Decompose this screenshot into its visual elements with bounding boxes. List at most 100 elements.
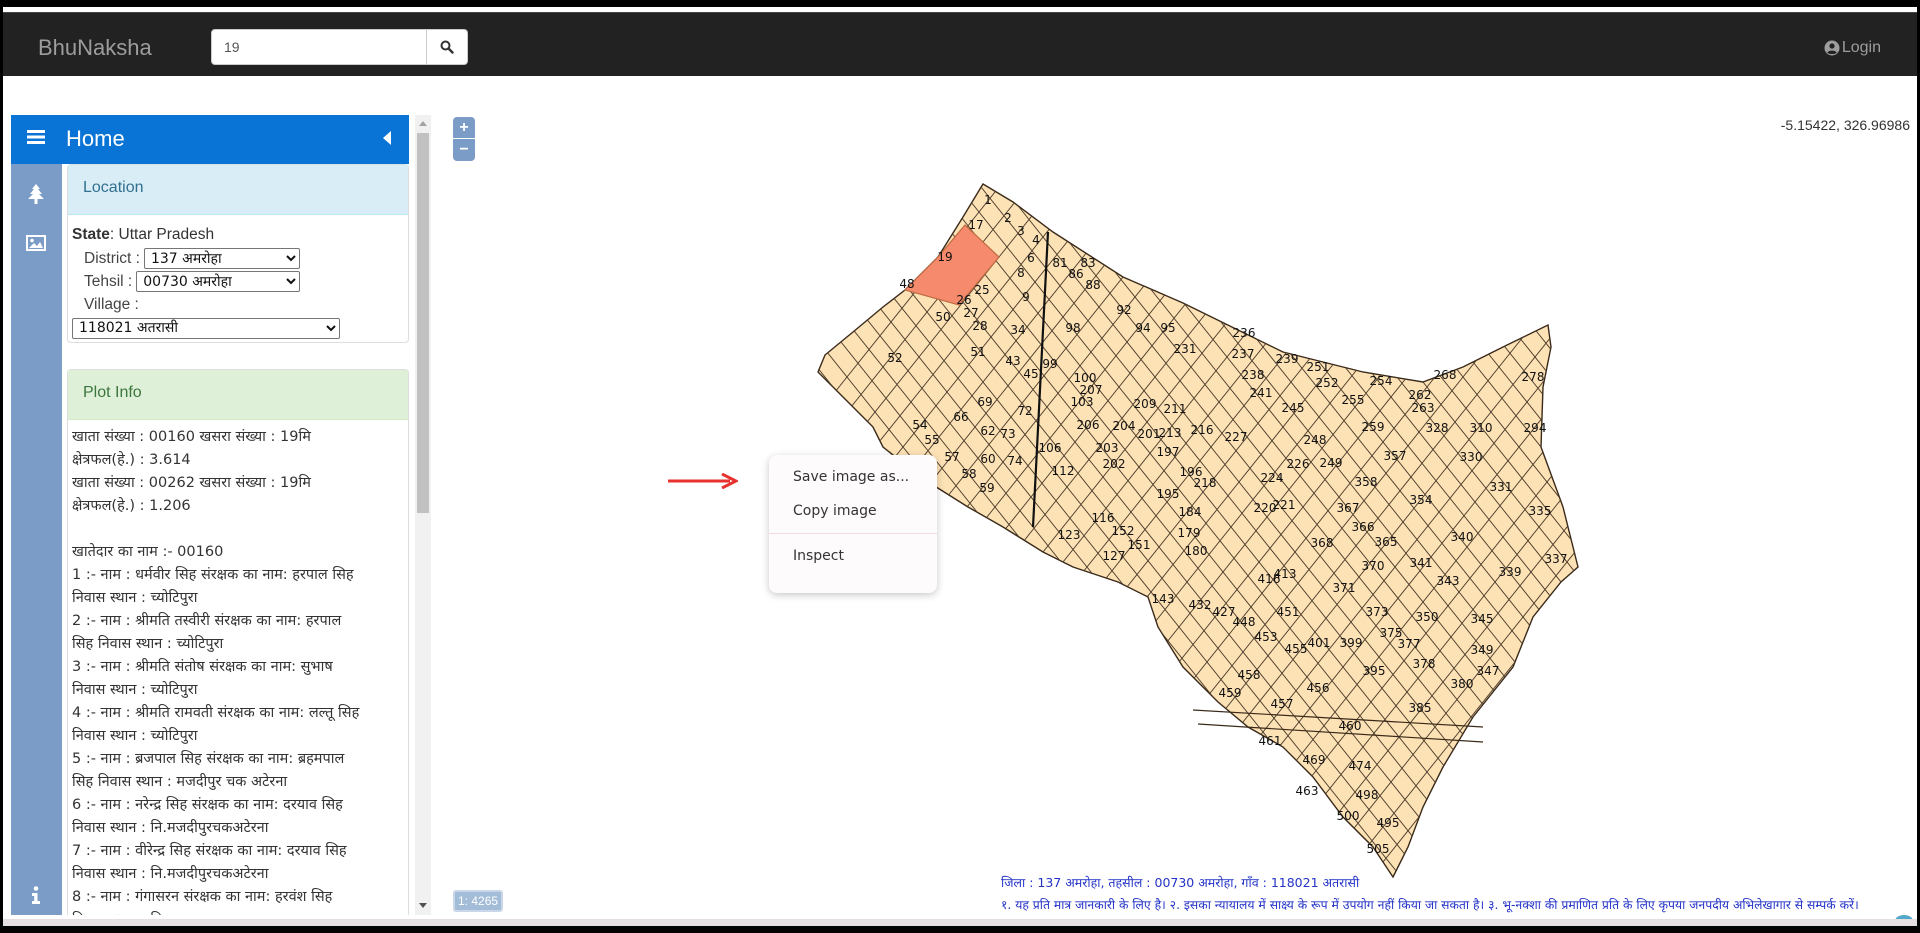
plot-label-127: 127	[1103, 549, 1126, 563]
menu-item-inspect[interactable]: Inspect	[769, 540, 937, 574]
sidebar-scrollbar[interactable]	[415, 115, 431, 915]
plot-label-254: 254	[1370, 374, 1393, 388]
plot-label-451: 451	[1277, 605, 1300, 619]
collapse-sidebar-button[interactable]	[383, 131, 391, 150]
plot-label-278: 278	[1522, 370, 1545, 384]
cadastral-map[interactable]: 117 23419486 81 838688825 92650 2728 34 989294 9…	[433, 107, 1917, 926]
location-panel: Location State: Uttar Pradesh District :…	[67, 164, 409, 343]
scroll-down-arrow[interactable]	[419, 903, 427, 908]
plot-label-19: 19	[937, 250, 952, 264]
parcel-line	[1572, 184, 1578, 877]
sidebar: Home Location State: Uttar Pradesh Distr…	[11, 115, 431, 915]
plot-label-378: 378	[1413, 657, 1436, 671]
plot-label-179: 179	[1178, 526, 1201, 540]
plot-label-249: 249	[1320, 456, 1343, 470]
plot-label-370: 370	[1362, 559, 1385, 573]
plot-label-252: 252	[1316, 376, 1339, 390]
scroll-up-arrow[interactable]	[419, 121, 427, 126]
parcel-line	[1627, 157, 1917, 907]
plot-label-99: 99	[1042, 357, 1057, 371]
plot-line: 8 :- नाम : गंगासरन संरक्षक का नाम: हरवंश…	[72, 889, 333, 905]
tab-info[interactable]	[25, 884, 47, 906]
village-label: Village :	[84, 296, 139, 313]
plot-label-416: 416	[1258, 572, 1281, 586]
tehsil-select[interactable]: 00730 अमरोहा	[136, 271, 301, 292]
village-select[interactable]: 118021 अतरासी	[72, 317, 340, 339]
plot-label-48: 48	[899, 277, 914, 291]
plot-label-328: 328	[1426, 421, 1449, 435]
search-icon	[440, 40, 454, 54]
plot-label-349: 349	[1471, 643, 1494, 657]
map-disclaimer: १. यह प्रति मात्र जानकारी के लिए है। २. …	[1001, 898, 1859, 912]
login-link[interactable]: Login	[1824, 39, 1881, 57]
plot-label-26: 26	[956, 293, 971, 307]
plot-label-27: 27	[963, 306, 978, 320]
plot-line: 4 :- नाम : श्रीमति रामवती संरक्षक का नाम…	[72, 705, 360, 721]
scroll-thumb[interactable]	[417, 133, 429, 513]
parcel-line	[1542, 184, 1578, 877]
parcel-line	[433, 157, 765, 907]
plot-label-2: 2	[1004, 211, 1012, 225]
parcel-line	[1879, 157, 1917, 907]
plot-label-195: 195	[1157, 487, 1180, 501]
map-view[interactable]: 1 17 2 3 4 19 48 6 81 83 86 88 8 25 9 26 50 27 28 34 98 92 94 9…	[433, 107, 1917, 926]
plot-label-294: 294	[1524, 421, 1547, 435]
menu-item-save-image[interactable]: Save image as...	[769, 461, 937, 495]
plot-label-367: 367	[1337, 501, 1360, 515]
hamburger-icon	[27, 130, 45, 144]
zoom-in-button[interactable]: +	[453, 117, 475, 139]
plot-label-455: 455	[1285, 642, 1308, 656]
search-input[interactable]	[211, 29, 427, 65]
plot-label-184: 184	[1179, 505, 1202, 519]
plot-label-340: 340	[1451, 530, 1474, 544]
plot-label-432: 432	[1189, 598, 1212, 612]
plot-line: क्षेत्रफल(हे.) : 1.206	[72, 498, 191, 514]
plot-label-197: 197	[1157, 445, 1180, 459]
parcel-line	[1767, 157, 1917, 907]
plot-label-345: 345	[1471, 612, 1494, 626]
plot-line: निवास स्थान : नि.मजदीपुरचकअटेरना	[72, 866, 269, 882]
plot-info-body: खाता संख्या : 00160 खसरा संख्या : 19मि क…	[68, 420, 408, 915]
search-button[interactable]	[427, 29, 468, 65]
menu-item-copy-image[interactable]: Copy image	[769, 495, 937, 529]
search-group	[211, 29, 473, 65]
brand-logo[interactable]: BhuNaksha	[38, 35, 152, 61]
menu-button[interactable]	[27, 129, 45, 150]
plot-label-227: 227	[1225, 430, 1248, 444]
plot-label-380: 380	[1451, 677, 1474, 691]
parcel-line	[1661, 157, 1917, 907]
plot-label-8: 8	[1017, 266, 1025, 280]
plot-label-463: 463	[1296, 784, 1319, 798]
plot-line: खाता संख्या : 00160 खसरा संख्या : 19मि	[72, 429, 311, 445]
browser-page: BhuNaksha Login Home	[3, 7, 1917, 926]
plot-label-339: 339	[1499, 565, 1522, 579]
plot-label-241: 241	[1250, 386, 1273, 400]
plot-line: सिह निवास स्थान : मजदीपुर चक अटेरना	[72, 774, 288, 790]
plot-label-461: 461	[1259, 734, 1282, 748]
plot-label-209: 209	[1134, 397, 1157, 411]
plot-label-500: 500	[1337, 809, 1360, 823]
parcel-line	[1514, 184, 1578, 877]
district-select[interactable]: 137 अमरोहा	[143, 248, 300, 269]
plot-label-263: 263	[1412, 401, 1435, 415]
parcel-line	[433, 157, 743, 907]
scale-indicator: 1: 4265	[453, 890, 504, 912]
plot-label-238: 238	[1242, 368, 1265, 382]
bottom-border	[3, 919, 1917, 926]
plot-label-180: 180	[1185, 544, 1208, 558]
zoom-out-button[interactable]: −	[453, 139, 475, 161]
plot-label-54: 54	[912, 418, 927, 432]
red-arrow-annotation	[666, 472, 740, 494]
district-label: District :	[84, 250, 140, 267]
plot-label-458: 458	[1238, 668, 1261, 682]
tab-layers[interactable]	[25, 232, 47, 254]
plot-label-51: 51	[970, 345, 985, 359]
plot-line: सिह निवास स्थान : च्योटिपुरा	[72, 636, 224, 652]
plot-label-55: 55	[924, 433, 939, 447]
parcel-line	[1907, 157, 1917, 907]
plot-label-330: 330	[1460, 450, 1483, 464]
plot-label-92: 92	[1116, 303, 1131, 317]
plot-label-357: 357	[1384, 449, 1407, 463]
tab-home[interactable]	[25, 183, 47, 205]
parcel-line	[1617, 157, 1917, 907]
